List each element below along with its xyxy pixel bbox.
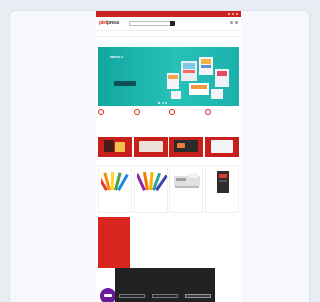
user-icon[interactable] [230, 21, 233, 24]
feature-item [98, 109, 132, 127]
banner-illustration [167, 57, 229, 99]
cookie-settings-button[interactable] [119, 294, 145, 298]
category-row [98, 137, 239, 157]
product-card[interactable] [133, 165, 168, 213]
product-card[interactable] [169, 165, 204, 213]
cookie-buttons [119, 294, 211, 298]
banner-title: PRESS.A [110, 55, 124, 59]
site-logo[interactable]: pixlpress [99, 20, 119, 26]
brand-logo[interactable] [100, 288, 116, 302]
language-flags[interactable] [227, 12, 238, 15]
cookie-accept-button[interactable] [185, 294, 211, 298]
color-swatch-fan-image [136, 171, 167, 192]
cart-icon[interactable] [235, 21, 238, 24]
cookie-reject-button[interactable] [152, 294, 178, 298]
site-header: pixlpress [96, 17, 241, 31]
header-icons [230, 21, 238, 24]
color-swatch-fan-image [101, 172, 129, 191]
search-button[interactable] [170, 21, 175, 26]
banner-cta-button[interactable] [114, 81, 136, 86]
product-card[interactable] [98, 165, 132, 213]
search-input[interactable] [129, 21, 174, 26]
category-tile[interactable] [169, 137, 204, 157]
headset-icon [204, 109, 211, 115]
feature-item [133, 109, 168, 127]
hero-banner[interactable]: PRESS.A [98, 47, 239, 106]
category-tile[interactable] [204, 137, 239, 157]
feature-item [169, 109, 203, 127]
shield-icon [169, 109, 176, 115]
product-card[interactable] [204, 165, 239, 213]
feature-item [204, 109, 239, 127]
website-page: pixlpress PRESS.A [96, 11, 241, 302]
banner-pagination[interactable] [158, 102, 167, 104]
promo-banner[interactable] [98, 217, 130, 268]
tag-icon [133, 109, 140, 115]
lamination-machine-image [216, 171, 229, 193]
truck-icon [98, 109, 104, 115]
category-tile[interactable] [98, 137, 132, 157]
main-navigation [96, 31, 241, 37]
card-printer-image [174, 173, 201, 188]
cookie-consent-dialog [115, 268, 215, 302]
product-row [98, 165, 239, 213]
feature-strip [98, 109, 239, 127]
category-tile[interactable] [133, 137, 168, 157]
